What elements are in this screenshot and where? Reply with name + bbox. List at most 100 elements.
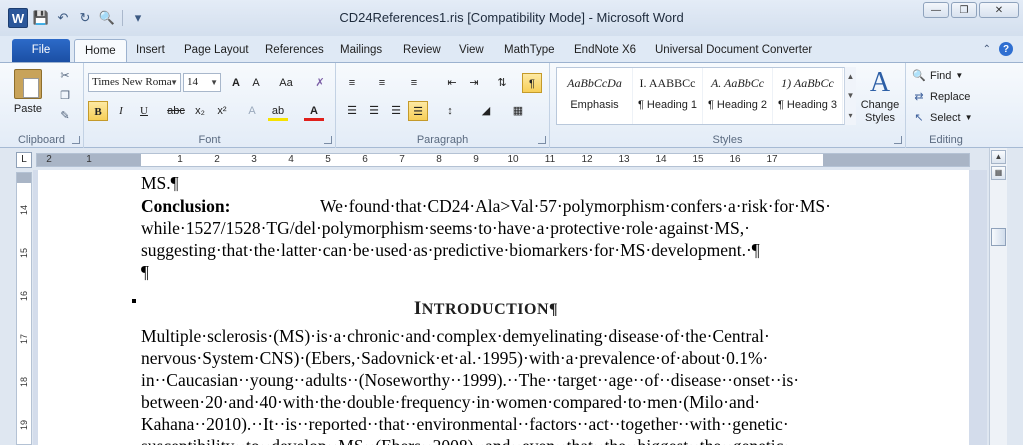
align-center-icon[interactable]: ☰ — [364, 101, 384, 121]
tab-mathtype[interactable]: MathType — [494, 39, 565, 62]
ruler-number: 5 — [325, 154, 331, 165]
tab-insert[interactable]: Insert — [126, 39, 175, 62]
styles-launcher-icon[interactable] — [894, 136, 902, 144]
minimize-ribbon-icon[interactable]: ⌃ — [983, 44, 991, 55]
multilevel-list-icon[interactable]: ≡ — [404, 73, 424, 93]
underline-button[interactable]: U — [134, 101, 154, 121]
style-heading-3[interactable]: 1) AaBbCc ¶ Heading 3 — [773, 68, 843, 124]
numbering-icon[interactable]: ≡ — [372, 73, 392, 93]
increase-indent-icon[interactable]: ⇥ — [464, 73, 484, 93]
grow-font-button[interactable]: A — [226, 73, 246, 93]
clear-formatting-icon[interactable]: ✗ — [310, 73, 330, 93]
shrink-font-button[interactable]: A — [246, 73, 266, 93]
font-size-combo[interactable]: 14 ▼ — [183, 73, 221, 92]
sort-icon[interactable]: ⇅ — [492, 73, 512, 93]
vertical-ruler[interactable]: 14 15 16 17 18 19 — [16, 172, 32, 445]
show-marks-button[interactable]: ¶ — [522, 73, 542, 93]
ruler-number: 1 — [86, 154, 92, 165]
font-launcher-icon[interactable] — [324, 136, 332, 144]
word-window: W 💾 ↶ ↻ 🔍 ▾ CD24References1.ris [Compati… — [0, 0, 1023, 445]
tab-selector-icon[interactable]: L — [16, 152, 32, 168]
bullets-icon[interactable]: ≡ — [342, 73, 362, 93]
copy-icon[interactable]: ❐ — [58, 89, 72, 103]
section-heading: INTRODUCTION¶ — [141, 298, 831, 320]
text-effects-icon[interactable]: A — [242, 101, 262, 121]
select-button[interactable]: ↖ Select ▼ — [912, 111, 973, 125]
styles-group-label: Styles — [712, 134, 743, 146]
paste-label: Paste — [13, 103, 43, 115]
title-bar: W 💾 ↶ ↻ 🔍 ▾ CD24References1.ris [Compati… — [0, 0, 1023, 36]
paste-button[interactable]: Paste — [8, 67, 48, 125]
line-spacing-icon[interactable]: ↕ — [440, 101, 460, 121]
scrollbar-thumb[interactable] — [991, 228, 1006, 246]
doc-line: nervous·System·CNS)·(Ebers,·Sadovnick·et… — [141, 348, 769, 368]
italic-button[interactable]: I — [111, 101, 131, 121]
clipboard-launcher-icon[interactable] — [72, 136, 80, 144]
tab-universal-document-converter[interactable]: Universal Document Converter — [645, 39, 822, 62]
tab-review[interactable]: Review — [393, 39, 451, 62]
vruler-number: 19 — [19, 420, 29, 431]
doc-line: ¶ — [141, 262, 149, 282]
tab-references[interactable]: References — [255, 39, 334, 62]
font-color-button[interactable]: A — [304, 101, 324, 121]
bold-button[interactable]: B — [88, 101, 108, 121]
paragraph-bullet-mark — [132, 299, 136, 303]
align-right-icon[interactable]: ☰ — [386, 101, 406, 121]
ruler-number: 3 — [251, 154, 257, 165]
view-ruler-icon[interactable]: ▦ — [991, 166, 1006, 180]
clipboard-group-label: Clipboard — [17, 134, 66, 146]
scroll-up-icon[interactable]: ▲ — [991, 150, 1006, 164]
chevron-down-icon: ▼ — [964, 113, 973, 122]
tab-view[interactable]: View — [449, 39, 494, 62]
scroll-up-icon[interactable]: ▲ — [847, 72, 855, 81]
tab-home[interactable]: Home — [74, 39, 127, 62]
font-name-combo[interactable]: Times New Roma ▼ — [88, 73, 181, 92]
style-sample: A. AaBbCc — [710, 76, 765, 90]
ribbon: Paste ✂ ❐ ✎ Clipboard Times New Roma ▼ 14… — [0, 62, 1023, 148]
ruler-right-margin — [823, 154, 969, 166]
cut-icon[interactable]: ✂ — [58, 69, 72, 83]
styles-gallery-scroll[interactable]: ▲ ▼ ▾ — [844, 67, 856, 125]
change-styles-button[interactable]: A Change Styles — [858, 67, 902, 125]
minimize-button[interactable]: — — [923, 2, 949, 18]
change-styles-icon: A — [869, 67, 891, 98]
shading-icon[interactable]: ◢ — [476, 101, 496, 121]
binoculars-icon: 🔍 — [912, 70, 926, 82]
ruler-number: 12 — [581, 154, 593, 165]
style-heading-2[interactable]: A. AaBbCc ¶ Heading 2 — [703, 68, 773, 124]
horizontal-ruler[interactable]: 2 1 1 2 3 4 5 6 7 8 9 10 11 12 13 14 15 … — [36, 153, 970, 167]
borders-icon[interactable]: ▦ — [508, 101, 528, 121]
paragraph-launcher-icon[interactable] — [538, 136, 546, 144]
ruler-number: 15 — [692, 154, 704, 165]
subscript-button[interactable]: x₂ — [190, 101, 210, 121]
decrease-indent-icon[interactable]: ⇤ — [442, 73, 462, 93]
tab-page-layout[interactable]: Page Layout — [174, 39, 259, 62]
tab-mailings[interactable]: Mailings — [330, 39, 392, 62]
style-sample: AaBbCcDa — [567, 76, 622, 90]
superscript-button[interactable]: x² — [212, 101, 232, 121]
justify-icon[interactable]: ☰ — [408, 101, 428, 121]
editing-group-label: Editing — [929, 134, 963, 146]
scroll-down-icon[interactable]: ▼ — [847, 91, 855, 100]
align-left-icon[interactable]: ☰ — [342, 101, 362, 121]
format-painter-icon[interactable]: ✎ — [58, 109, 72, 123]
vertical-scrollbar[interactable]: ▲ ▦ — [989, 148, 1007, 445]
restore-button[interactable]: ❐ — [951, 2, 977, 18]
change-case-button[interactable]: Aa — [276, 73, 296, 93]
clipboard-group: Paste ✂ ❐ ✎ Clipboard — [0, 63, 84, 148]
select-label: Select — [930, 111, 961, 124]
replace-button[interactable]: ⇄ Replace — [912, 90, 970, 104]
find-label: Find — [930, 69, 952, 82]
doc-line: MS.¶ — [141, 173, 179, 193]
tab-file[interactable]: File — [12, 39, 70, 62]
help-icon[interactable]: ? — [999, 42, 1013, 56]
style-emphasis[interactable]: AaBbCcDa Emphasis — [557, 68, 633, 124]
tab-endnote[interactable]: EndNote X6 — [564, 39, 646, 62]
close-button[interactable]: ✕ — [979, 2, 1019, 18]
more-styles-icon[interactable]: ▾ — [848, 111, 852, 120]
style-heading-1[interactable]: I. AABBCc ¶ Heading 1 — [633, 68, 703, 124]
find-button[interactable]: 🔍 Find ▼ — [912, 69, 963, 83]
replace-icon: ⇄ — [914, 91, 924, 103]
highlight-button[interactable]: ab — [268, 101, 288, 121]
strikethrough-button[interactable]: abc — [166, 101, 186, 121]
